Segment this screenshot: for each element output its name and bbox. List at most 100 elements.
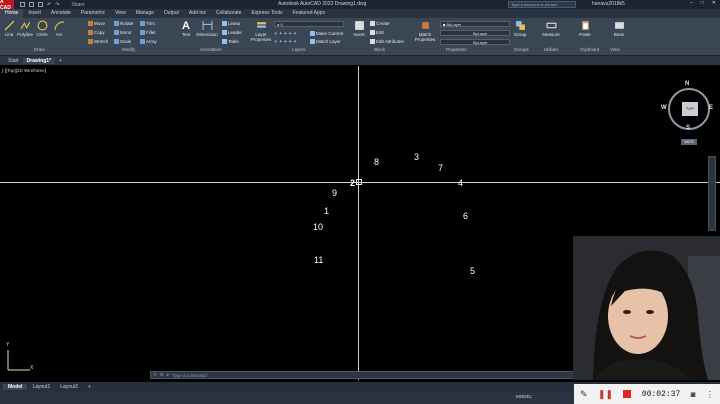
drawn-number-9[interactable]: 9 <box>332 188 337 198</box>
search-input[interactable]: Type a keyword or phrase <box>508 1 576 8</box>
scale-button[interactable]: Scale <box>114 39 131 45</box>
layer-tools-row1[interactable]: ✦✦✦✦✦ <box>274 31 298 37</box>
modify-panel-label[interactable]: Modify <box>122 47 135 52</box>
utilities-panel-label[interactable]: Utilities <box>544 47 559 52</box>
tab-collaborate[interactable]: Collaborate <box>211 9 247 18</box>
drawn-number-10[interactable]: 10 <box>313 222 323 232</box>
color-dropdown[interactable]: ■ ByLayer <box>440 21 510 27</box>
doc-tab-start[interactable]: Start <box>4 58 23 64</box>
wcs-menu[interactable]: WCS <box>681 139 697 145</box>
doc-tab-drawing1[interactable]: Drawing1* <box>22 57 56 64</box>
new-tab-icon[interactable]: + <box>55 58 66 64</box>
add-layout-icon[interactable]: + <box>83 384 96 390</box>
view-panel-label[interactable]: View <box>610 47 620 52</box>
close-icon[interactable]: ✕ <box>712 0 716 6</box>
viewport-controls-label[interactable]: [-][Top][2D Wireframe] <box>2 68 46 73</box>
polyline-button[interactable]: Polyline <box>17 20 33 37</box>
layers-panel-label[interactable]: Layers <box>292 47 306 52</box>
drawn-number-7[interactable]: 7 <box>438 163 443 173</box>
navigation-bar[interactable] <box>708 156 716 231</box>
lineweight-dropdown[interactable]: ByLayer <box>440 39 510 45</box>
array-button[interactable]: Array <box>140 39 157 45</box>
minimize-icon[interactable]: – <box>690 0 693 6</box>
drawn-number-5[interactable]: 5 <box>470 266 475 276</box>
compass-west[interactable]: W <box>661 105 667 111</box>
clipboard-panel-label[interactable]: Clipboard <box>580 47 599 52</box>
tab-layout2[interactable]: Layout2 <box>55 384 83 390</box>
layer-tools-row2[interactable]: ✦✦✦✦✦ <box>274 39 298 45</box>
more-icon[interactable]: ⋮ <box>706 390 714 399</box>
circle-button[interactable]: Circle <box>36 20 48 37</box>
insert-button[interactable]: Insert <box>352 20 366 37</box>
dimension-button[interactable]: Dimension <box>196 20 218 37</box>
linetype-dropdown[interactable]: ByLayer <box>440 30 510 36</box>
tab-model[interactable]: Model <box>3 384 28 390</box>
compass-south[interactable]: S <box>686 125 690 131</box>
rotate-button[interactable]: Rotate <box>114 21 133 27</box>
new-icon[interactable] <box>20 2 25 7</box>
drawn-number-3[interactable]: 3 <box>414 152 419 162</box>
draw-panel-label[interactable]: Draw <box>34 47 45 52</box>
viewcube-compass[interactable]: TOP N S E W <box>661 81 713 131</box>
drawn-number-11[interactable]: 11 <box>314 255 323 265</box>
layer-properties-button[interactable]: Layer Properties <box>250 20 272 42</box>
match-layer-button[interactable]: Match Layer <box>310 39 341 45</box>
user-account[interactable]: honavu2018k5 <box>592 1 625 7</box>
tab-addins[interactable]: Add-ins <box>184 9 211 18</box>
autocad-logo[interactable]: A CAD <box>0 0 14 11</box>
match-properties-button[interactable]: Match Properties <box>414 20 436 42</box>
layer-dropdown[interactable]: ● 0 <box>274 21 344 27</box>
base-button[interactable]: Base <box>612 20 626 37</box>
measure-button[interactable]: Measure <box>542 20 560 37</box>
camera-icon[interactable]: ◙ <box>691 390 696 399</box>
create-block-button[interactable]: Create <box>370 21 390 27</box>
text-button[interactable]: A Text <box>180 20 192 37</box>
tab-layout1[interactable]: Layout1 <box>27 384 55 390</box>
mirror-button[interactable]: Mirror <box>114 30 132 36</box>
command-input[interactable]: Type a command <box>172 373 207 378</box>
close-command-icon[interactable]: ✕ <box>153 372 157 378</box>
maximize-icon[interactable]: □ <box>701 0 704 6</box>
drawn-number-1[interactable]: 1 <box>324 206 329 216</box>
drawn-number-6[interactable]: 6 <box>463 211 468 221</box>
block-panel-label[interactable]: Block <box>374 47 385 52</box>
move-button[interactable]: Move <box>88 21 105 27</box>
tab-annotate[interactable]: Annotate <box>46 9 76 18</box>
copy-button[interactable]: Copy <box>88 30 105 36</box>
tab-parametric[interactable]: Parametric <box>76 9 110 18</box>
share-button[interactable]: Share <box>71 2 84 8</box>
table-button[interactable]: Table <box>222 39 239 45</box>
tab-insert[interactable]: Insert <box>23 9 46 18</box>
stretch-button[interactable]: Stretch <box>88 39 108 45</box>
viewcube-top-face[interactable]: TOP <box>682 102 698 116</box>
stop-icon[interactable] <box>623 390 632 398</box>
tab-express-tools[interactable]: Express Tools <box>246 9 287 18</box>
make-current-button[interactable]: Make Current <box>310 31 343 37</box>
drawn-number-2[interactable]: 2 <box>350 178 355 188</box>
pause-icon[interactable]: ❚❚ <box>598 389 613 400</box>
drawn-number-4[interactable]: 4 <box>458 178 463 188</box>
linear-button[interactable]: Linear <box>222 21 241 27</box>
tab-output[interactable]: Output <box>159 9 184 18</box>
compass-east[interactable]: E <box>709 105 713 111</box>
fillet-button[interactable]: Fillet <box>140 30 156 36</box>
edit-attributes-button[interactable]: Edit Attributes <box>370 39 404 45</box>
drawn-number-8[interactable]: 8 <box>374 157 379 167</box>
open-icon[interactable] <box>29 2 34 7</box>
groups-panel-label[interactable]: Groups <box>514 47 529 52</box>
paste-button[interactable]: Paste <box>578 20 592 37</box>
leader-button[interactable]: Leader <box>222 30 242 36</box>
tab-view[interactable]: View <box>110 9 131 18</box>
undo-icon[interactable]: ↶ <box>47 2 51 8</box>
redo-icon[interactable]: ↷ <box>55 2 59 8</box>
tab-home[interactable]: Home <box>0 9 24 18</box>
command-line[interactable]: ✕ ⚙ ▸ Type a command <box>150 371 575 379</box>
model-space-button[interactable]: MODEL <box>516 394 532 399</box>
save-icon[interactable] <box>38 2 43 7</box>
trim-button[interactable]: Trim <box>140 21 155 27</box>
line-button[interactable]: Line <box>3 20 15 37</box>
group-button[interactable]: Group <box>514 20 527 37</box>
compass-north[interactable]: N <box>685 81 689 87</box>
command-settings-icon[interactable]: ⚙ <box>160 372 164 378</box>
tab-manage[interactable]: Manage <box>131 9 159 18</box>
